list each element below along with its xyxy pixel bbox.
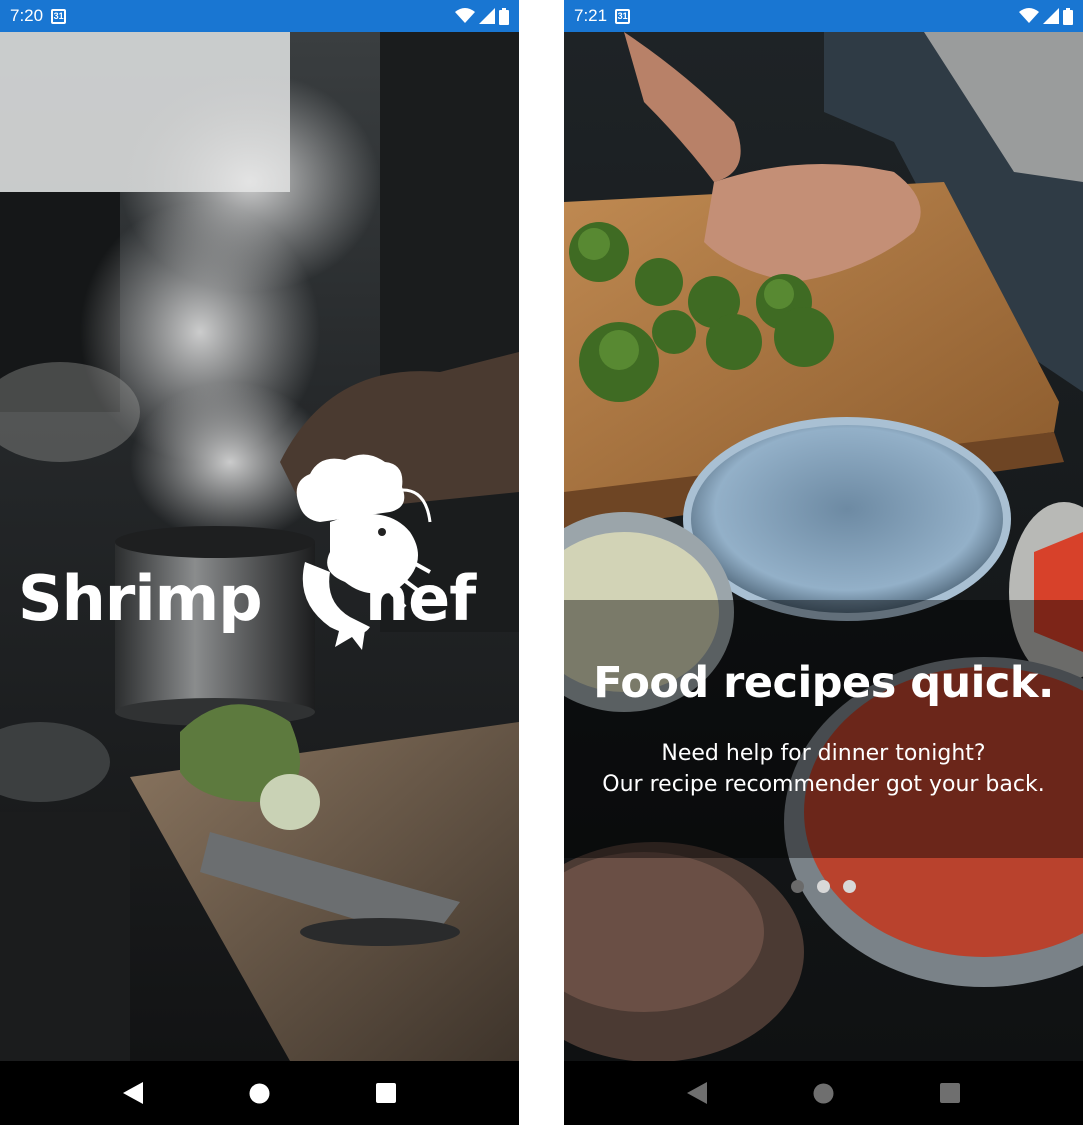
page-indicator (564, 880, 1083, 893)
calendar-icon: 31 (51, 8, 67, 24)
home-button[interactable] (803, 1073, 843, 1113)
page-dot-2-active[interactable] (817, 880, 830, 893)
text-overlay (564, 600, 1083, 858)
signal-icon (479, 8, 495, 24)
onboarding-screen: 7:21 31 Food recipes quick. Need help fo… (564, 0, 1083, 1125)
navigation-bar (0, 1061, 519, 1125)
wifi-icon (1019, 8, 1039, 23)
onboarding-subtext: Need help for dinner tonight? Our recipe… (564, 738, 1083, 800)
logo-word-shrimp: Shrimp (18, 562, 263, 635)
status-bar: 7:21 31 (564, 0, 1083, 32)
splash-screen: 7:20 31 Shrimp hef (0, 0, 519, 1125)
battery-icon (499, 7, 509, 25)
calendar-icon: 31 (615, 8, 631, 24)
home-icon (813, 1083, 834, 1103)
logo-word-hef: hef (365, 562, 476, 635)
back-button[interactable] (113, 1073, 153, 1113)
signal-icon (1043, 8, 1059, 24)
cooking-background-photo (564, 32, 1083, 1061)
battery-icon (1063, 7, 1073, 25)
status-time: 7:21 (574, 6, 608, 25)
shrimp-chef-logo: Shrimp hef (18, 440, 508, 660)
recents-icon (375, 1083, 396, 1103)
back-button[interactable] (677, 1073, 717, 1113)
recents-icon (939, 1083, 960, 1103)
recents-button[interactable] (366, 1073, 406, 1113)
page-dot-3[interactable] (843, 880, 856, 893)
status-time: 7:20 (10, 6, 44, 25)
back-icon (687, 1082, 708, 1104)
back-icon (123, 1082, 144, 1104)
status-bar: 7:20 31 (0, 0, 519, 32)
subtext-line-2: Our recipe recommender got your back. (602, 772, 1045, 797)
wifi-icon (455, 8, 475, 23)
onboarding-headline: Food recipes quick. (593, 658, 1054, 708)
page-dot-1[interactable] (791, 880, 804, 893)
recents-button[interactable] (930, 1073, 970, 1113)
subtext-line-1: Need help for dinner tonight? (661, 741, 986, 766)
navigation-bar (564, 1061, 1083, 1125)
home-button[interactable] (239, 1073, 279, 1113)
home-icon (249, 1083, 270, 1103)
